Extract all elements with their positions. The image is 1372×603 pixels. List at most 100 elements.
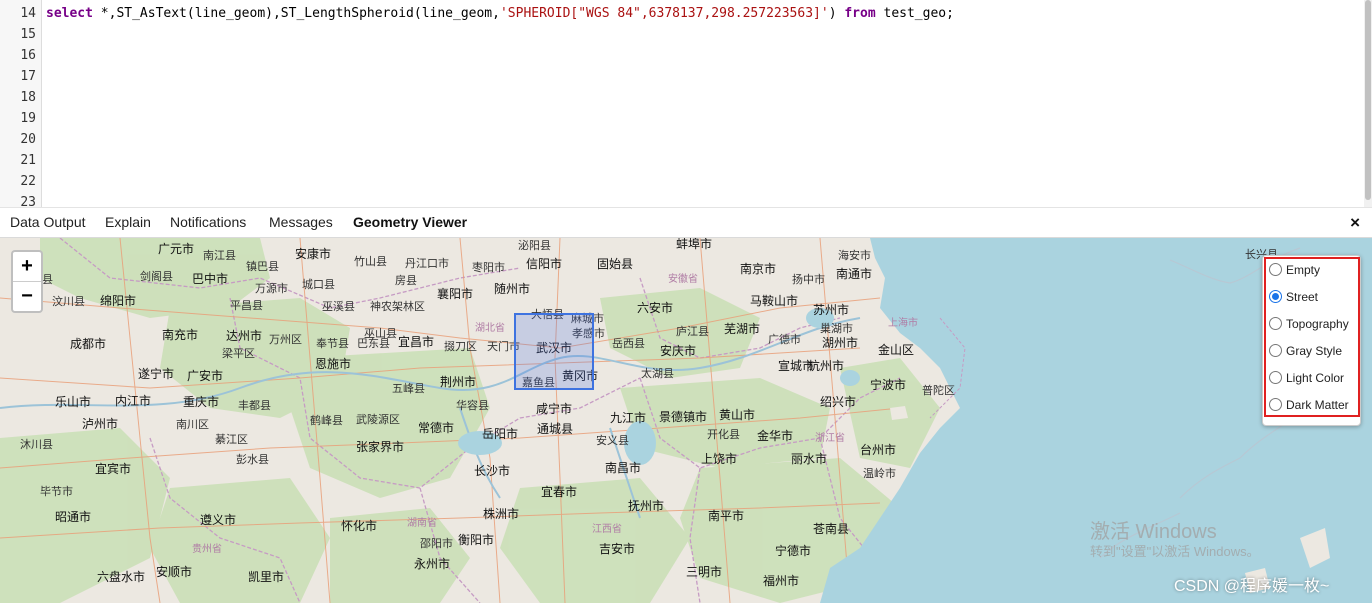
editor-scrollbar[interactable]	[1364, 0, 1372, 207]
author-credit: CSDN @程序媛一枚~	[1174, 578, 1330, 595]
place-label: 广元市	[158, 242, 195, 256]
place-label: 宜宾市	[95, 462, 132, 476]
radio-icon[interactable]	[1269, 263, 1282, 276]
place-label: 巫溪县	[322, 301, 355, 313]
radio-icon[interactable]	[1269, 398, 1282, 411]
layer-option-dark-matter[interactable]: Dark Matter	[1269, 395, 1349, 415]
tab-data-output[interactable]: Data Output	[10, 208, 86, 238]
place-label: 台州市	[860, 443, 897, 457]
place-label: 重庆市	[183, 395, 220, 409]
place-label: 宁波市	[870, 378, 907, 392]
place-label: 信阳市	[526, 257, 563, 271]
layer-option-gray-style[interactable]: Gray Style	[1269, 341, 1342, 361]
place-label: 遵义市	[200, 513, 237, 527]
tab-explain[interactable]: Explain	[105, 208, 151, 238]
layer-label: Empty	[1286, 263, 1321, 277]
place-label: 海安市	[838, 250, 871, 262]
radio-icon[interactable]	[1269, 317, 1282, 330]
place-label: 恩施市	[315, 357, 352, 371]
layer-label: Street	[1286, 290, 1319, 304]
place-label: 巴东县	[357, 338, 390, 350]
line-number: 22	[20, 174, 36, 189]
place-label: 普陀区	[922, 385, 955, 397]
place-label: 南京市	[740, 262, 777, 276]
place-label: 奉节县	[316, 338, 349, 350]
line-number: 15	[20, 27, 36, 42]
watermark-subtitle: 转到"设置"以激活 Windows。	[1090, 544, 1260, 559]
place-label: 吉安市	[599, 542, 636, 556]
place-label: 五峰县	[392, 383, 425, 395]
place-label: 平昌县	[230, 300, 263, 312]
place-label: 宜昌市	[398, 335, 435, 349]
layer-option-topography[interactable]: Topography	[1269, 314, 1349, 334]
place-label: 开化县	[707, 429, 740, 441]
zoom-out-button[interactable]: −	[13, 281, 41, 310]
place-label: 巢湖市	[820, 323, 853, 335]
place-label: 泌阳县	[518, 240, 551, 252]
place-label: 金山区	[878, 343, 915, 357]
place-label: 六安市	[637, 301, 674, 315]
sql-editor[interactable]: 14 15 16 17 18 19 20 21 22 23 select *,S…	[0, 0, 1372, 207]
place-label: 随州市	[494, 282, 531, 296]
place-label: 安庆市	[660, 344, 697, 358]
tab-messages[interactable]: Messages	[269, 208, 333, 238]
tab-geometry-viewer[interactable]: Geometry Viewer	[353, 208, 467, 238]
place-label: 南平市	[708, 509, 745, 523]
radio-icon[interactable]	[1269, 371, 1282, 384]
zoom-control: + −	[11, 250, 43, 313]
place-label: 丽水市	[791, 452, 828, 466]
place-label: 安义县	[596, 435, 629, 447]
layer-label: Dark Matter	[1286, 398, 1349, 412]
place-label: 房县	[395, 275, 417, 287]
place-label: 安顺市	[156, 565, 193, 579]
zoom-in-button[interactable]: +	[13, 252, 41, 281]
place-label: 掇刀区	[444, 341, 477, 353]
place-label: 金华市	[757, 429, 794, 443]
place-label: 浙江省	[815, 433, 845, 444]
scrollbar-thumb[interactable]	[1365, 0, 1371, 200]
radio-selected-icon[interactable]	[1269, 290, 1282, 303]
code-table: test_geo;	[875, 6, 954, 21]
layer-label: Light Color	[1286, 371, 1345, 385]
place-label: 毕节市	[40, 486, 73, 498]
place-label: 成都市	[70, 337, 107, 351]
close-icon[interactable]: ×	[1350, 214, 1360, 231]
place-label: 长沙市	[474, 464, 511, 478]
place-label: 绵阳市	[100, 294, 137, 308]
place-label: 荆州市	[440, 375, 477, 389]
layer-switcher: Empty Street Topography Gray Style Light…	[1262, 255, 1361, 426]
place-label: 綦江区	[215, 434, 248, 446]
place-label: 安徽省	[668, 274, 698, 285]
place-label: 上饶市	[701, 452, 738, 466]
place-label: 苏州市	[813, 303, 850, 317]
geometry-bbox-polygon[interactable]	[514, 313, 594, 390]
place-label: 株洲市	[483, 507, 520, 521]
sql-code-line[interactable]: select *,ST_AsText(line_geom),ST_LengthS…	[46, 3, 954, 24]
layer-option-street[interactable]: Street	[1269, 287, 1318, 307]
place-label: 遂宁市	[138, 367, 175, 381]
place-label: 芜湖市	[724, 322, 761, 336]
place-label: 南昌市	[605, 461, 642, 475]
place-label: 三明市	[686, 565, 723, 579]
place-label: 安康市	[295, 247, 332, 261]
place-label: 南川区	[176, 419, 209, 431]
place-label: 太湖县	[641, 368, 674, 380]
layer-option-empty[interactable]: Empty	[1269, 260, 1320, 280]
tab-notifications[interactable]: Notifications	[170, 208, 246, 238]
radio-icon[interactable]	[1269, 344, 1282, 357]
geometry-map[interactable]: 广元市 南江县 安康市 竹山县 丹江口市 枣阳市 泌阳县 信阳市 固始县 蚌埠市…	[0, 238, 1372, 603]
place-label: 岳西县	[612, 338, 645, 350]
place-label: 湖北省	[475, 323, 505, 334]
place-label: 咸宁市	[536, 402, 573, 416]
place-label: 扬中市	[792, 274, 825, 286]
layer-option-light-color[interactable]: Light Color	[1269, 368, 1344, 388]
place-label: 达州市	[226, 329, 263, 343]
place-label: 万源市	[255, 283, 288, 295]
place-label: 城口县	[302, 279, 335, 291]
line-number: 17	[20, 69, 36, 84]
place-label: 怀化市	[341, 519, 378, 533]
keyword-from: from	[844, 6, 876, 21]
place-label: 上海市	[888, 318, 918, 329]
place-label: 泸州市	[82, 417, 119, 431]
line-number-gutter: 14 15 16 17 18 19 20 21 22 23	[0, 0, 42, 207]
